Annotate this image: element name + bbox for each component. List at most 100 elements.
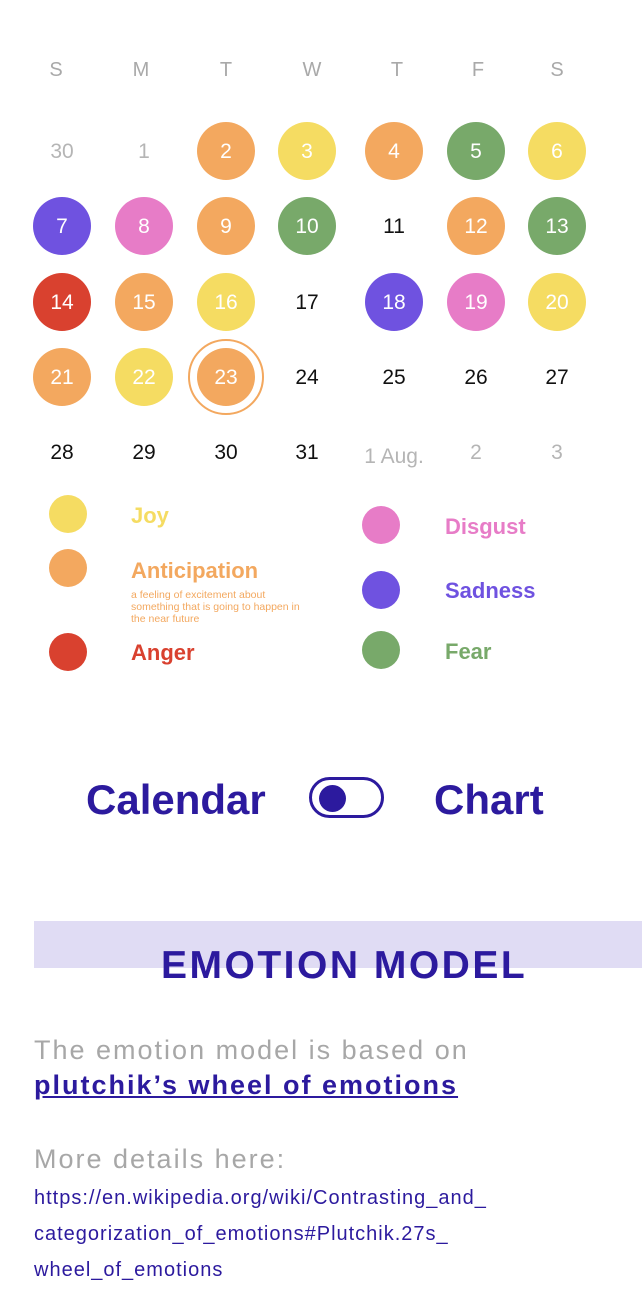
- calendar-day[interactable]: 11: [364, 196, 424, 256]
- anticipation-swatch: [49, 549, 87, 587]
- day-number: 28: [50, 440, 74, 464]
- disgust-swatch: [362, 506, 400, 544]
- day-number: 26: [464, 365, 488, 389]
- calendar-day[interactable]: 22: [114, 347, 174, 407]
- calendar-day[interactable]: 27: [527, 347, 587, 407]
- calendar-day[interactable]: 1: [114, 121, 174, 181]
- calendar-day[interactable]: 3: [527, 422, 587, 482]
- day-number: 8: [138, 214, 150, 238]
- weekday-label: F: [471, 59, 485, 81]
- day-number: 15: [132, 290, 156, 314]
- calendar-day[interactable]: 7: [32, 196, 92, 256]
- day-number: 11: [383, 214, 405, 238]
- legend-anger: Anger: [131, 640, 195, 665]
- calendar-day[interactable]: 9: [196, 196, 256, 256]
- calendar-view-label[interactable]: Calendar: [86, 776, 266, 824]
- legend-fear: Fear: [445, 639, 492, 664]
- day-number: 27: [545, 365, 569, 389]
- chart-view-label[interactable]: Chart: [434, 776, 544, 824]
- calendar-day[interactable]: 26: [446, 347, 506, 407]
- details-label: More details here:: [34, 1144, 287, 1174]
- day-number: 5: [470, 139, 482, 163]
- calendar-day[interactable]: 20: [527, 272, 587, 332]
- calendar-day[interactable]: 23: [188, 339, 264, 415]
- legend-anticipation: Anticipation: [131, 558, 259, 583]
- day-number: 10: [295, 214, 319, 238]
- day-number: 9: [220, 214, 232, 238]
- calendar-day[interactable]: 4: [364, 121, 424, 181]
- weekday-label: T: [390, 59, 404, 81]
- calendar-day[interactable]: 1 Aug.: [364, 422, 424, 482]
- plutchik-link[interactable]: plutchik’s wheel of emotions: [34, 1069, 458, 1101]
- toggle-knob: [319, 785, 346, 812]
- day-number: 12: [464, 214, 488, 238]
- calendar-day[interactable]: 19: [446, 272, 506, 332]
- day-number: 2: [470, 440, 482, 464]
- day-number: 3: [301, 139, 313, 163]
- calendar-day[interactable]: 8: [114, 196, 174, 256]
- day-number: 21: [50, 365, 74, 389]
- day-number: 4: [388, 139, 400, 163]
- section-title: EMOTION MODEL: [161, 944, 528, 987]
- day-number: 30: [50, 139, 74, 163]
- day-number: 6: [551, 139, 563, 163]
- legend-sadness: Sadness: [445, 578, 536, 603]
- calendar-day[interactable]: 17: [277, 272, 337, 332]
- day-number: 22: [132, 365, 156, 389]
- fear-swatch: [362, 631, 400, 669]
- model-description: The emotion model is based on: [34, 1035, 469, 1065]
- calendar-day[interactable]: 2: [446, 422, 506, 482]
- calendar-day[interactable]: 25: [364, 347, 424, 407]
- weekday-label: M: [132, 59, 150, 81]
- calendar-day[interactable]: 6: [527, 121, 587, 181]
- day-number: 14: [50, 290, 74, 314]
- anticipation-description: a feeling of excitement about something …: [131, 589, 300, 625]
- calendar-day[interactable]: 16: [196, 272, 256, 332]
- calendar-day[interactable]: 30: [196, 422, 256, 482]
- day-number: 17: [295, 290, 319, 314]
- day-number: 18: [382, 290, 406, 314]
- calendar-day[interactable]: 15: [114, 272, 174, 332]
- calendar-day[interactable]: 13: [527, 196, 587, 256]
- day-number: 2: [220, 139, 232, 163]
- calendar-day[interactable]: 21: [32, 347, 92, 407]
- anger-swatch: [49, 633, 87, 671]
- details-url-line[interactable]: https://en.wikipedia.org/wiki/Contrastin…: [34, 1186, 487, 1210]
- calendar-day[interactable]: 29: [114, 422, 174, 482]
- day-number: 25: [382, 365, 406, 389]
- day-number: 20: [545, 290, 569, 314]
- legend-joy: Joy: [131, 503, 169, 528]
- calendar-day[interactable]: 30: [32, 121, 92, 181]
- day-number: 23: [214, 365, 238, 389]
- weekday-label: S: [550, 59, 564, 81]
- day-number: 31: [295, 440, 319, 464]
- day-number: 13: [545, 214, 569, 238]
- day-number: 24: [295, 365, 319, 389]
- weekday-label: T: [219, 59, 233, 81]
- calendar-day[interactable]: 2: [196, 121, 256, 181]
- details-url-line[interactable]: categorization_of_emotions#Plutchik.27s_: [34, 1222, 449, 1246]
- view-toggle-switch[interactable]: [309, 777, 384, 818]
- calendar-day[interactable]: 28: [32, 422, 92, 482]
- legend-disgust: Disgust: [445, 514, 526, 539]
- weekday-label: S: [49, 59, 63, 81]
- calendar-day[interactable]: 10: [277, 196, 337, 256]
- calendar-day[interactable]: 3: [277, 121, 337, 181]
- day-number: 19: [464, 290, 488, 314]
- calendar-day[interactable]: 12: [446, 196, 506, 256]
- day-number: 1: [138, 139, 150, 163]
- calendar-day[interactable]: 14: [32, 272, 92, 332]
- day-number: 29: [132, 440, 156, 464]
- weekday-label: W: [302, 59, 322, 81]
- day-number: 3: [551, 440, 563, 464]
- calendar-day[interactable]: 24: [277, 347, 337, 407]
- joy-swatch: [49, 495, 87, 533]
- calendar-day[interactable]: 31: [277, 422, 337, 482]
- details-url-line[interactable]: wheel_of_emotions: [34, 1258, 223, 1282]
- day-number: 16: [214, 290, 238, 314]
- sadness-swatch: [362, 571, 400, 609]
- calendar-day[interactable]: 5: [446, 121, 506, 181]
- calendar-day[interactable]: 18: [364, 272, 424, 332]
- day-number: 1 Aug.: [364, 444, 424, 468]
- day-number: 7: [56, 214, 68, 238]
